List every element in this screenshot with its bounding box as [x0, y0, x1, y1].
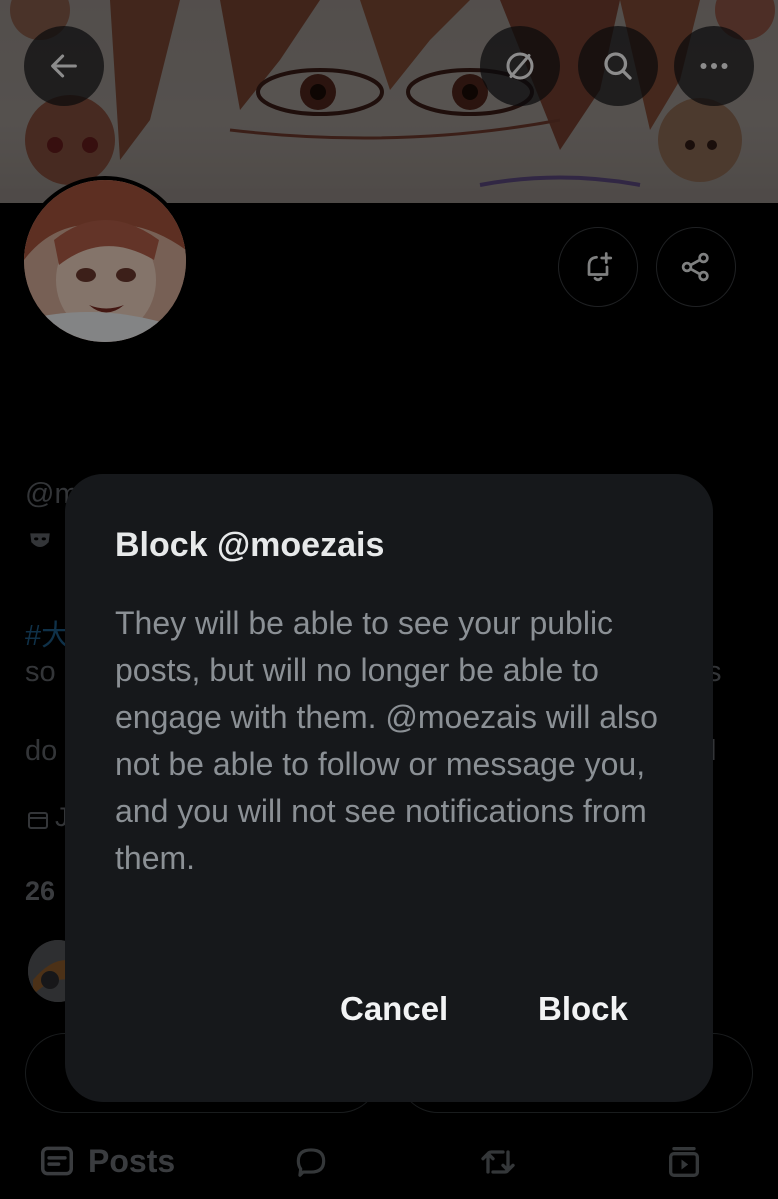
- block-dialog: Block @moezais They will be able to see …: [65, 474, 713, 1102]
- block-button[interactable]: Block: [538, 990, 628, 1028]
- cancel-button[interactable]: Cancel: [340, 990, 448, 1028]
- dialog-title: Block @moezais: [115, 526, 385, 564]
- dialog-body: They will be able to see your public pos…: [115, 605, 658, 876]
